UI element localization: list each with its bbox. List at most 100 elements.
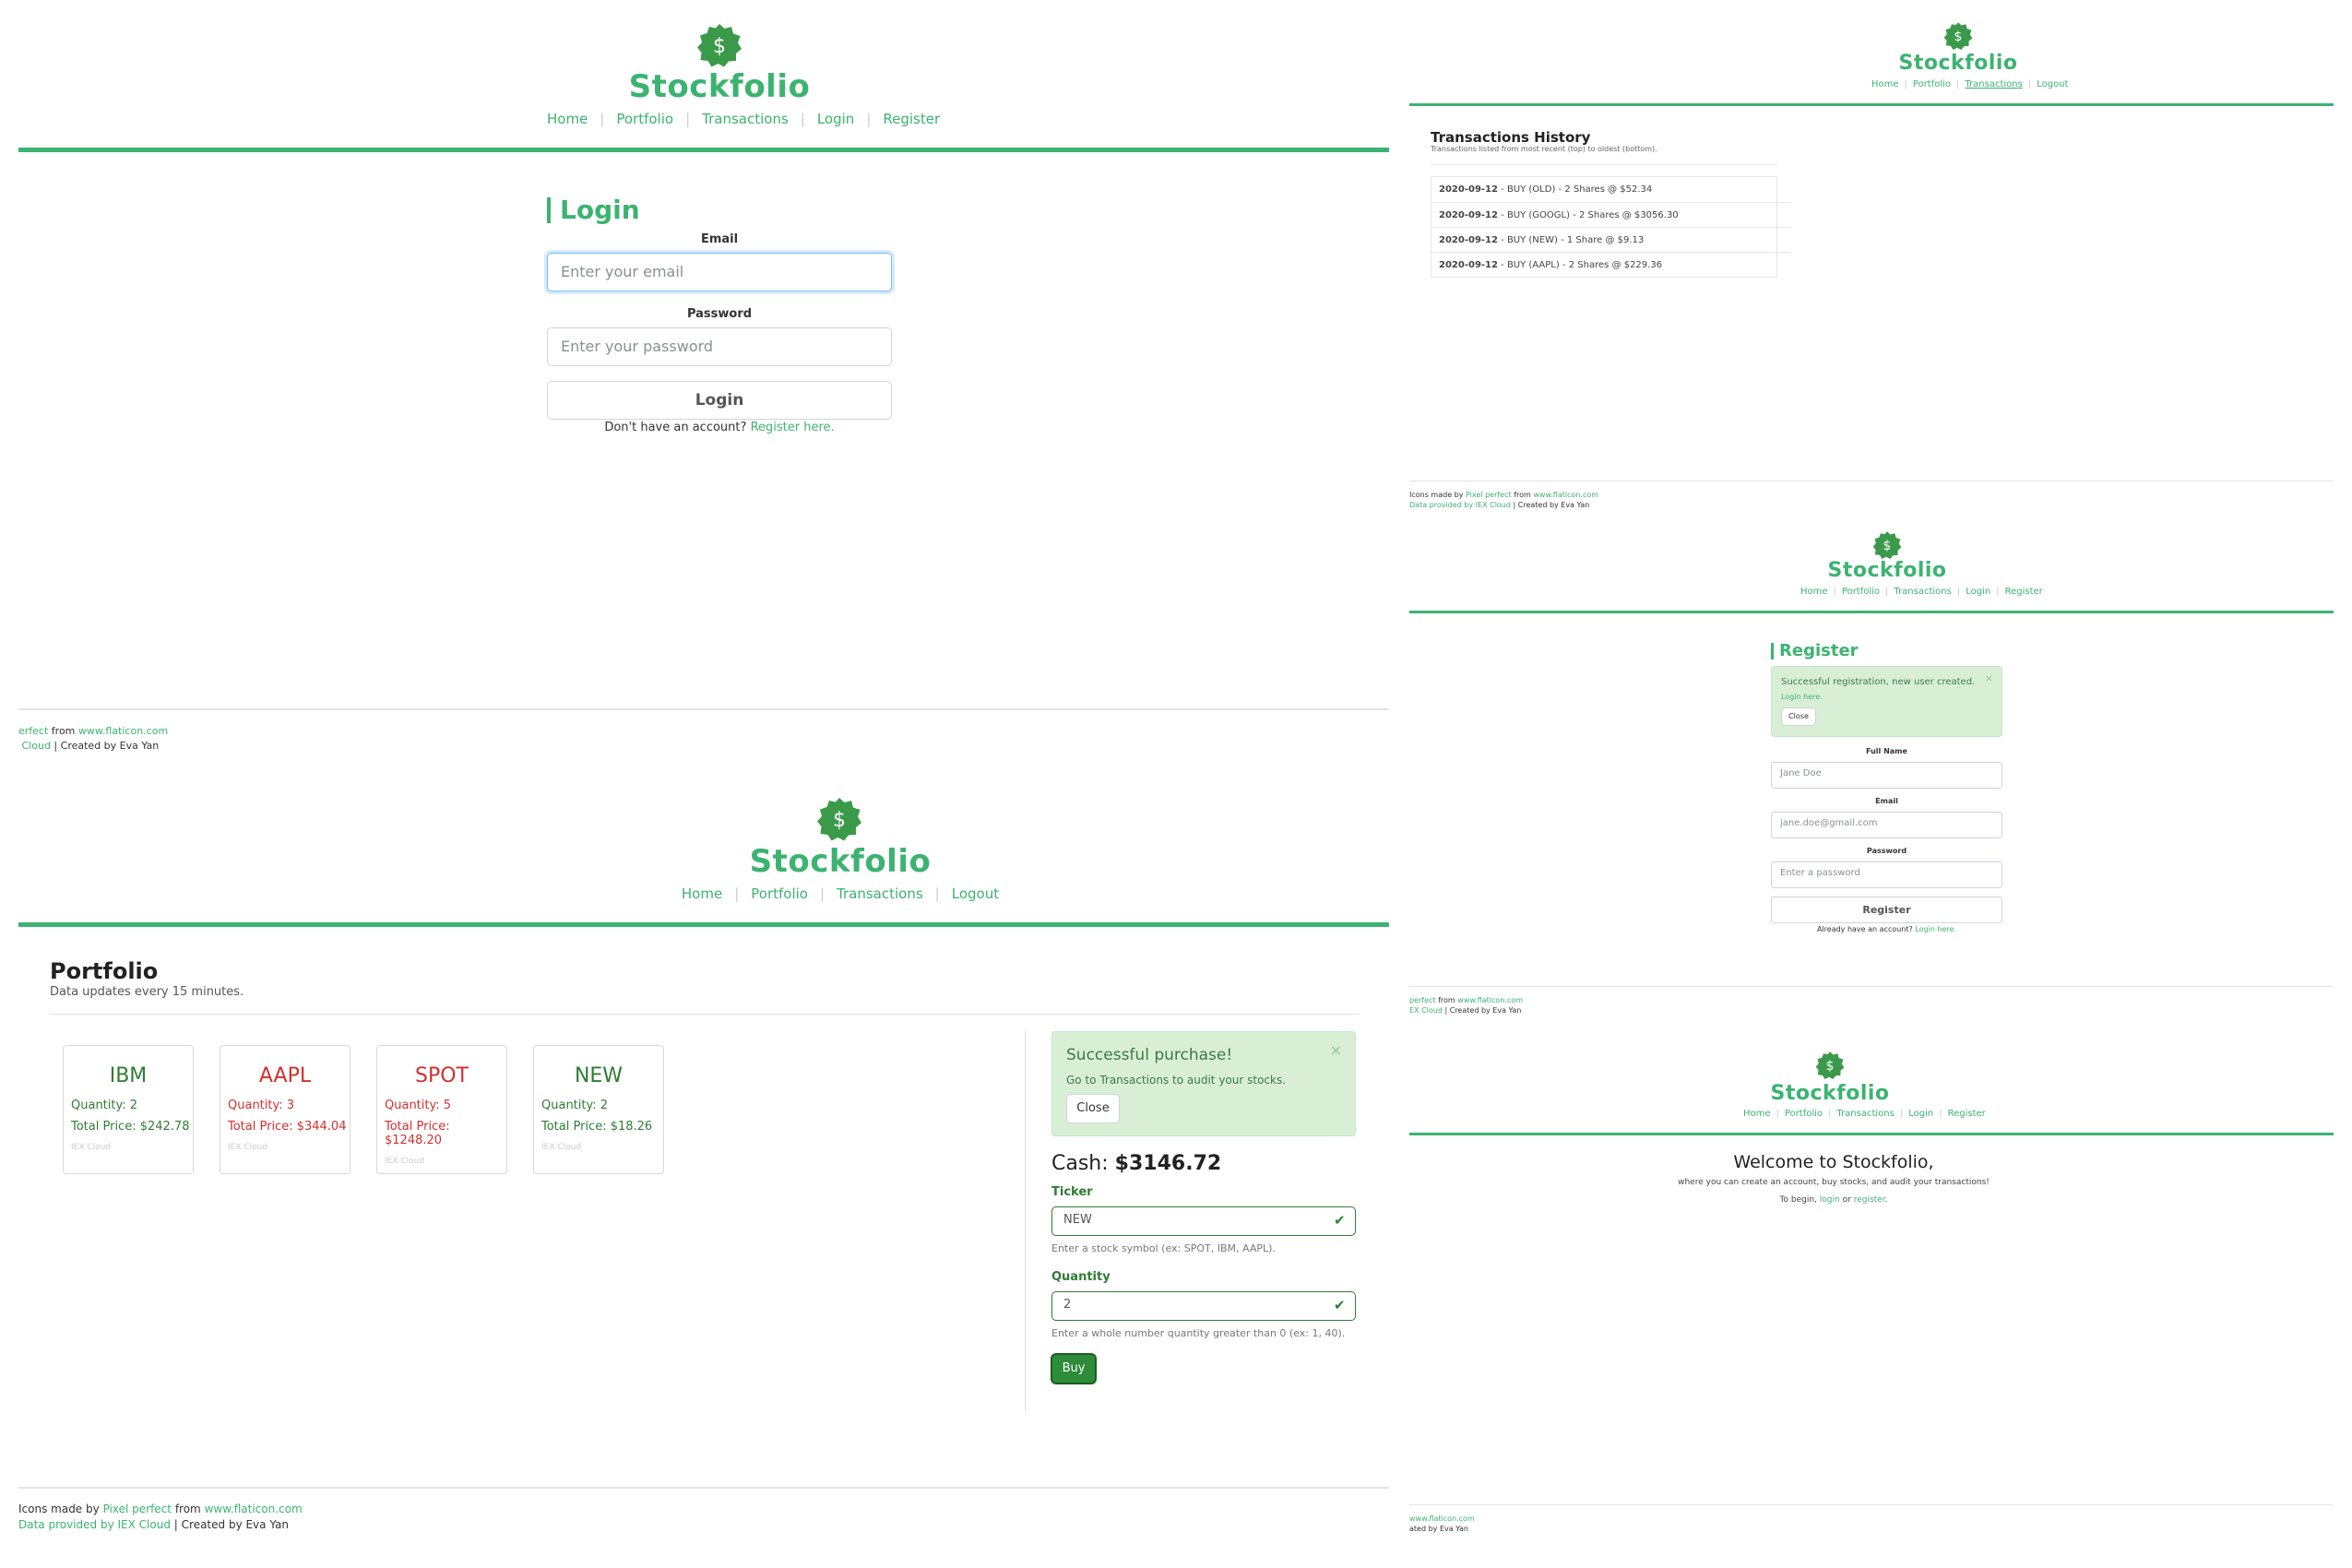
footer-icons-author[interactable]: Pixel perfect: [103, 1503, 172, 1515]
email-input[interactable]: Enter your email: [547, 253, 892, 291]
ticker-input[interactable]: NEW: [1051, 1206, 1356, 1236]
ticker-valid-check-icon: ✔: [1334, 1212, 1346, 1229]
brand-title[interactable]: Stockfolio: [1866, 52, 2050, 75]
nav-home[interactable]: Home: [1795, 587, 1834, 597]
nav-portfolio[interactable]: Portfolio: [604, 111, 685, 127]
stock-ticker: AAPL: [258, 1064, 312, 1087]
transaction-row: 2020-09-12 - BUY (OLD) - 2 Shares @ $52.…: [1439, 184, 1653, 195]
nav-register[interactable]: Register: [2000, 587, 2049, 597]
footer-credit: Created by Eva Yan: [1517, 501, 1590, 509]
footer-icons-author[interactable]: erfect: [18, 725, 48, 737]
footer-flaticon-link[interactable]: www.flaticon.com: [1533, 491, 1598, 499]
footer-divider: [18, 1487, 1389, 1489]
footer-flaticon-link[interactable]: www.flaticon.com: [78, 725, 168, 737]
svg-text:$: $: [1826, 1059, 1835, 1074]
nav-home[interactable]: Home: [1738, 1109, 1776, 1119]
login-button[interactable]: Login: [547, 381, 892, 420]
alert-login-link[interactable]: Login here.: [1781, 693, 1823, 701]
alert-close-button[interactable]: Close: [1781, 707, 1816, 726]
nav-transactions[interactable]: Transactions: [1959, 79, 2027, 89]
email-input[interactable]: jane.doe@gmail.com: [1771, 812, 2002, 838]
cash-label: Cash:: [1051, 1152, 1109, 1175]
section-divider: [50, 1014, 1360, 1015]
nav-transactions[interactable]: Transactions: [1831, 1109, 1899, 1119]
transaction-date: 2020-09-12: [1439, 184, 1498, 195]
footer-divider: [18, 708, 1389, 710]
alert-close-button[interactable]: Close: [1066, 1094, 1120, 1123]
nav-transactions[interactable]: Transactions: [1888, 587, 1956, 597]
stock-card-new[interactable]: NEW Quantity: 2 Total Price: $18.26 IEX …: [533, 1045, 664, 1174]
footer-iex-link[interactable]: Data provided by IEX Cloud: [18, 1518, 171, 1531]
password-input[interactable]: Enter your password: [547, 327, 892, 366]
brand-title[interactable]: Stockfolio: [535, 68, 904, 105]
header-divider: [1409, 611, 2334, 613]
buy-button[interactable]: Buy: [1052, 1355, 1095, 1383]
nav-home[interactable]: Home: [1866, 79, 1905, 89]
alert-dismiss-icon[interactable]: ×: [1985, 672, 1993, 684]
nav-login[interactable]: Login: [1903, 1109, 1939, 1119]
fullname-label: Full Name: [1866, 747, 1907, 755]
welcome-end-text: .: [1884, 1195, 1888, 1205]
transaction-row: 2020-09-12 - BUY (AAPL) - 2 Shares @ $22…: [1431, 252, 1791, 270]
footer: Icons made by Pixel perfect from www.fla…: [1409, 490, 1598, 510]
nav-login[interactable]: Login: [1960, 587, 1996, 597]
nav-portfolio[interactable]: Portfolio: [739, 885, 820, 902]
footer: erfect from www.flaticon.com Cloud | Cre…: [18, 724, 168, 754]
footer-flaticon-link[interactable]: www.flaticon.com: [1409, 1515, 1475, 1523]
brand-title[interactable]: Stockfolio: [1795, 559, 1979, 582]
stock-card-aapl[interactable]: AAPL Quantity: 3 Total Price: $344.04 IE…: [220, 1045, 350, 1174]
footer-iex-link[interactable]: Cloud: [22, 740, 51, 752]
footer-icons-author[interactable]: perfect: [1409, 996, 1436, 1004]
footer-flaticon-link[interactable]: www.flaticon.com: [1457, 996, 1523, 1004]
welcome-title: Welcome to Stockfolio,: [1733, 1152, 1934, 1172]
footer-iex-link[interactable]: EX Cloud: [1409, 1006, 1443, 1015]
quantity-input[interactable]: 2: [1051, 1291, 1356, 1321]
svg-text:$: $: [713, 35, 726, 58]
nav-home[interactable]: Home: [535, 111, 600, 127]
nav-home[interactable]: Home: [670, 885, 734, 902]
brand-title[interactable]: Stockfolio: [1738, 1082, 1922, 1105]
email-label: Email: [700, 232, 739, 246]
footer-iex-link[interactable]: Data provided by IEX Cloud: [1409, 501, 1511, 509]
stock-source: IEX Cloud: [541, 1143, 582, 1152]
register-button[interactable]: Register: [1771, 897, 2002, 923]
email-label: Email: [1875, 797, 1898, 805]
nav-transactions[interactable]: Transactions: [690, 111, 801, 127]
svg-text:$: $: [833, 809, 846, 832]
fullname-input[interactable]: Jane Doe: [1771, 762, 2002, 789]
password-input[interactable]: Enter a password: [1771, 861, 2002, 888]
nav-portfolio[interactable]: Portfolio: [1836, 587, 1885, 597]
alert-dismiss-icon[interactable]: ×: [1330, 1041, 1342, 1059]
nav-logout[interactable]: Logout: [2031, 79, 2073, 89]
transaction-row: 2020-09-12 - BUY (NEW) - 1 Share @ $9.13: [1431, 227, 1791, 245]
welcome-line: where you can create an account, buy sto…: [1678, 1178, 1990, 1187]
purchase-alert: Successful purchase! Go to Transactions …: [1051, 1031, 1356, 1136]
transaction-detail: BUY (GOOGL) - 2 Shares @ $3056.30: [1506, 210, 1679, 220]
register-here-link[interactable]: Register here.: [751, 421, 835, 434]
alert-message: Go to Transactions to audit your stocks.: [1066, 1074, 1287, 1087]
login-here-link[interactable]: Login here.: [1915, 925, 1956, 933]
stock-card-spot[interactable]: SPOT Quantity: 5 Total Price: $1248.20 I…: [376, 1045, 507, 1174]
welcome-login-link[interactable]: login: [1820, 1195, 1840, 1205]
stock-card-ibm[interactable]: IBM Quantity: 2 Total Price: $242.78 IEX…: [63, 1045, 194, 1174]
login-heading: Login: [547, 197, 640, 223]
nav-login[interactable]: Login: [805, 111, 866, 127]
footer-icons-author[interactable]: Pixel perfect: [1466, 491, 1512, 499]
nav-register[interactable]: Register: [871, 111, 952, 127]
nav-logout[interactable]: Logout: [940, 885, 1011, 902]
welcome-register-link[interactable]: register: [1854, 1195, 1885, 1205]
footer-sep: |: [53, 740, 58, 752]
brand-title[interactable]: Stockfolio: [656, 843, 1025, 880]
nav-transactions[interactable]: Transactions: [825, 885, 935, 902]
stock-source: IEX Cloud: [228, 1143, 268, 1152]
registration-alert: Successful registration, new user create…: [1771, 666, 2002, 737]
footer-flaticon-link[interactable]: www.flaticon.com: [205, 1503, 303, 1515]
transaction-date: 2020-09-12: [1439, 260, 1498, 270]
header-divider: [18, 148, 1389, 152]
nav-portfolio[interactable]: Portfolio: [1907, 79, 1956, 89]
logo-badge-icon: $: [1872, 530, 1902, 560]
nav-portfolio[interactable]: Portfolio: [1779, 1109, 1828, 1119]
stock-total: Total Price: $242.78: [71, 1120, 190, 1134]
nav-register[interactable]: Register: [1942, 1109, 1991, 1119]
transaction-row: 2020-09-12 - BUY (GOOGL) - 2 Shares @ $3…: [1431, 202, 1791, 220]
